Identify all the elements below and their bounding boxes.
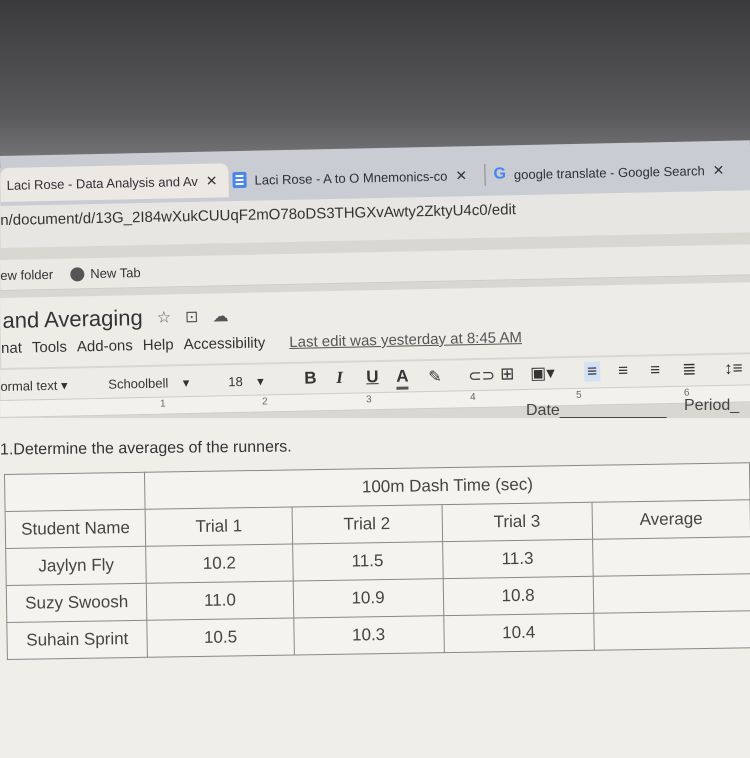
docs-header: and Averaging ☆ ⊡ ☁ nat Tools Add-ons He… [0, 282, 750, 368]
text-color-button[interactable]: A [396, 366, 409, 390]
column-header[interactable]: Trial 2 [291, 504, 443, 544]
bookmark-new-folder[interactable]: ew folder [0, 267, 53, 283]
ruler-mark: 2 [261, 396, 268, 408]
table-cell[interactable] [4, 472, 146, 512]
style-dropdown[interactable]: ormal text ▾ [0, 378, 68, 395]
average-value[interactable] [592, 573, 750, 614]
link-icon[interactable]: ⊂⊃ [468, 366, 495, 387]
google-icon: G [493, 165, 507, 183]
tab-mnemonics[interactable]: Laci Rose - A to O Mnemonics-co ✕ [232, 158, 467, 197]
student-name[interactable]: Jaylyn Fly [5, 546, 147, 586]
tab-separator [484, 163, 486, 186]
tab-google-translate[interactable]: G google translate - Google Search ✕ [484, 153, 725, 192]
move-folder-icon[interactable]: ⊡ [185, 307, 199, 327]
trial-1-value[interactable]: 11.0 [146, 580, 294, 621]
question-text: 1.Determine the averages of the runners. [0, 438, 292, 459]
last-edit-link[interactable]: Last edit was yesterday at 8:45 AM [289, 329, 522, 351]
column-header[interactable]: Trial 1 [145, 506, 293, 547]
trial-3-value[interactable]: 10.8 [442, 576, 594, 616]
student-name[interactable]: Suhain Sprint [6, 620, 148, 660]
ruler-mark: 4 [469, 392, 476, 404]
ruler-mark: 3 [365, 394, 372, 406]
tab-label: google translate - Google Search [513, 162, 705, 182]
font-dropdown[interactable]: Schoolbell ▾ [108, 375, 189, 393]
tab-label: Laci Rose - Data Analysis and Av [6, 173, 198, 193]
trial-1-value[interactable]: 10.5 [147, 617, 294, 658]
bold-button[interactable]: B [304, 368, 317, 388]
ruler-mark: 1 [160, 398, 166, 410]
bookmark-label: ew folder [0, 266, 54, 283]
underline-button[interactable]: U [366, 367, 379, 387]
column-header[interactable]: Trial 3 [441, 502, 593, 542]
close-icon[interactable]: ✕ [713, 161, 725, 178]
column-header[interactable]: Student Name [5, 509, 147, 549]
cloud-status-icon[interactable]: ☁ [212, 306, 228, 326]
period-label: Period_ [684, 397, 740, 414]
align-left-icon[interactable]: ≡ [583, 361, 601, 382]
student-name[interactable]: Suzy Swoosh [6, 583, 148, 623]
trial-3-value[interactable]: 10.4 [443, 613, 595, 653]
ruler-mark: 5 [575, 389, 582, 401]
close-icon[interactable]: ✕ [206, 172, 218, 189]
trial-3-value[interactable]: 11.3 [442, 539, 593, 579]
tab-data-analysis[interactable]: Laci Rose - Data Analysis and Av ✕ [0, 163, 229, 202]
menu-format[interactable]: nat [1, 340, 22, 357]
date-label: Date____________ [526, 402, 667, 419]
bookmark-label: New Tab [90, 265, 141, 282]
menu-bar: nat Tools Add-ons Help Accessibility Las… [1, 329, 522, 357]
font-value: Schoolbell [108, 375, 169, 392]
align-right-icon[interactable]: ≡ [650, 360, 660, 380]
trial-1-value[interactable]: 10.2 [146, 543, 293, 584]
average-value[interactable] [593, 610, 750, 651]
close-icon[interactable]: ✕ [455, 167, 467, 184]
style-value: ormal text [0, 377, 58, 394]
url-text: n/document/d/13G_2I84wXukCUUqF2mO78oDS3T… [0, 201, 517, 229]
runner-times-table: 100m Dash Time (sec) Student Name Trial … [4, 462, 750, 660]
star-icon[interactable]: ☆ [157, 307, 172, 327]
line-spacing-icon[interactable]: ↕≡ [724, 358, 743, 378]
trial-2-value[interactable]: 10.9 [292, 578, 444, 618]
align-center-icon[interactable]: ≡ [618, 361, 628, 381]
trial-2-value[interactable]: 11.5 [292, 541, 443, 581]
globe-icon [70, 266, 85, 282]
menu-add-ons[interactable]: Add-ons [77, 337, 133, 355]
trial-2-value[interactable]: 10.3 [293, 615, 444, 655]
justify-icon[interactable]: ≣ [682, 359, 697, 379]
menu-accessibility[interactable]: Accessibility [183, 334, 265, 353]
font-size-value: 18 [228, 373, 243, 390]
insert-image-icon[interactable]: ▣▾ [530, 363, 555, 384]
bookmark-new-tab[interactable]: New Tab [70, 265, 141, 281]
menu-help[interactable]: Help [143, 336, 174, 354]
italic-button[interactable]: I [336, 368, 343, 388]
docs-icon [232, 171, 247, 189]
font-size-dropdown[interactable]: 18 ▾ [228, 373, 264, 390]
highlight-icon[interactable]: ✎ [428, 367, 442, 387]
document-title[interactable]: and Averaging [2, 305, 143, 334]
menu-tools[interactable]: Tools [32, 339, 67, 357]
tab-label: Laci Rose - A to O Mnemonics-co [254, 168, 448, 188]
average-value[interactable] [592, 536, 750, 577]
insert-comment-icon[interactable]: ⊞ [500, 364, 515, 384]
column-header[interactable]: Average [591, 499, 750, 540]
